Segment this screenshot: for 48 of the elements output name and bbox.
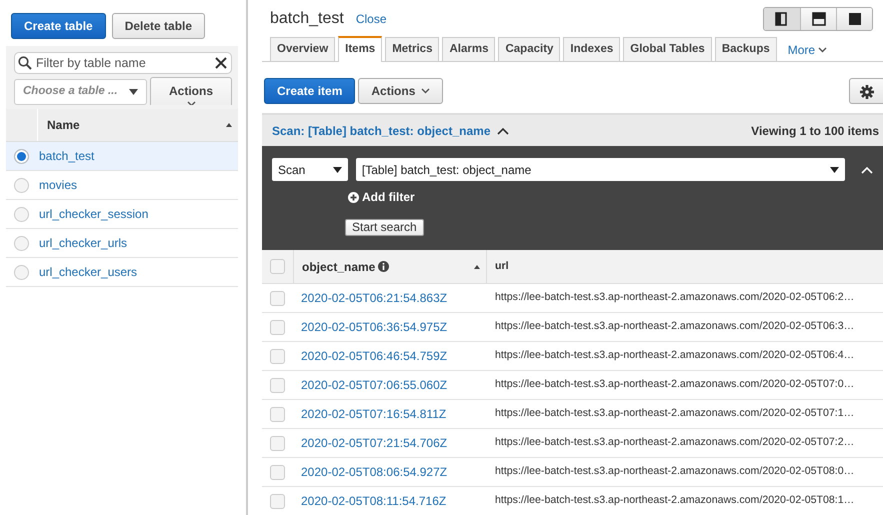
- column-header[interactable]: Name: [47, 116, 80, 134]
- tab[interactable]: Metrics: [385, 37, 440, 61]
- url-cell-text: https://lee-batch-test.s3.ap-northeast-2.amazonaws.com/2020-02-05T07:0…: [494, 377, 856, 392]
- more-tab[interactable]: More: [780, 39, 836, 61]
- url-cell-text: https://lee-batch-test.s3.ap-northeast-2.amazonaws.com/2020-02-05T08:1…: [494, 493, 856, 508]
- delete-table-button[interactable]: Delete table: [112, 13, 206, 39]
- object-name-link[interactable]: 2020-02-05T08:06:54.927Z: [301, 465, 448, 479]
- table-name-link[interactable]: movies: [39, 176, 78, 194]
- items-count: Viewing 1 to 100 items: [751, 122, 879, 140]
- object-name-link[interactable]: 2020-02-05T06:36:54.975Z: [301, 320, 448, 334]
- table-select[interactable]: Choose a table ...: [14, 79, 147, 105]
- tab[interactable]: Global Tables: [623, 37, 712, 61]
- table-name-link[interactable]: url_checker_urls: [39, 234, 128, 252]
- scan-mode-select[interactable]: Scan: [272, 158, 348, 181]
- url-cell-text: https://lee-batch-test.s3.ap-northeast-2.amazonaws.com/2020-02-05T08:0…: [494, 464, 856, 480]
- tab[interactable]: Alarms: [442, 37, 496, 61]
- actions-button[interactable]: Actions: [358, 78, 444, 104]
- tab[interactable]: Indexes: [563, 37, 620, 61]
- column-header[interactable]: url: [487, 258, 883, 274]
- tab[interactable]: Backups: [714, 37, 777, 61]
- add-filter-link[interactable]: Add filter: [348, 188, 415, 206]
- tab[interactable]: Items: [338, 36, 382, 62]
- object-name-link[interactable]: 2020-02-05T07:16:54.811Z: [301, 407, 446, 421]
- url-cell-text: https://lee-batch-test.s3.ap-northeast-2.amazonaws.com/2020-02-05T06:3…: [494, 319, 856, 334]
- object-name-link[interactable]: 2020-02-05T07:06:55.060Z: [301, 378, 448, 392]
- url-cell-text: https://lee-batch-test.s3.ap-northeast-2.amazonaws.com/2020-02-05T07:2…: [494, 435, 856, 450]
- object-name-link[interactable]: 2020-02-05T06:46:54.759Z: [301, 349, 448, 363]
- close-link[interactable]: Close: [356, 10, 387, 28]
- object-name-link[interactable]: 2020-02-05T06:21:54.863Z: [301, 291, 448, 305]
- url-cell-text: https://lee-batch-test.s3.ap-northeast-2.amazonaws.com/2020-02-05T06:2…: [494, 290, 856, 306]
- url-cell-text: https://lee-batch-test.s3.ap-northeast-2.amazonaws.com/2020-02-05T07:1…: [494, 406, 856, 422]
- table-name-link[interactable]: batch_test: [39, 147, 94, 165]
- start-search-button[interactable]: Start search: [345, 219, 424, 236]
- table-name-link[interactable]: url_checker_session: [39, 205, 148, 223]
- object-name-link[interactable]: 2020-02-05T07:21:54.706Z: [301, 436, 448, 450]
- url-cell-text: https://lee-batch-test.s3.ap-northeast-2.amazonaws.com/2020-02-05T06:4…: [494, 348, 856, 364]
- tab[interactable]: Overview: [270, 37, 336, 61]
- table-title: batch_test: [270, 9, 344, 29]
- table-name-link[interactable]: url_checker_users: [39, 263, 138, 281]
- create-item-button[interactable]: Create item: [264, 78, 356, 104]
- column-header[interactable]: object_name: [302, 258, 376, 276]
- table-index-select[interactable]: [Table] batch_test: object_name: [356, 158, 845, 181]
- create-table-button[interactable]: Create table: [11, 13, 106, 39]
- object-name-link[interactable]: 2020-02-05T08:11:54.716Z: [301, 494, 446, 508]
- tab[interactable]: Capacity: [498, 37, 560, 61]
- actions-button[interactable]: Actions: [150, 77, 232, 105]
- filter-field[interactable]: Filter by table name: [14, 52, 232, 74]
- scan-summary-link[interactable]: Scan: [Table] batch_test: object_name: [272, 122, 490, 140]
